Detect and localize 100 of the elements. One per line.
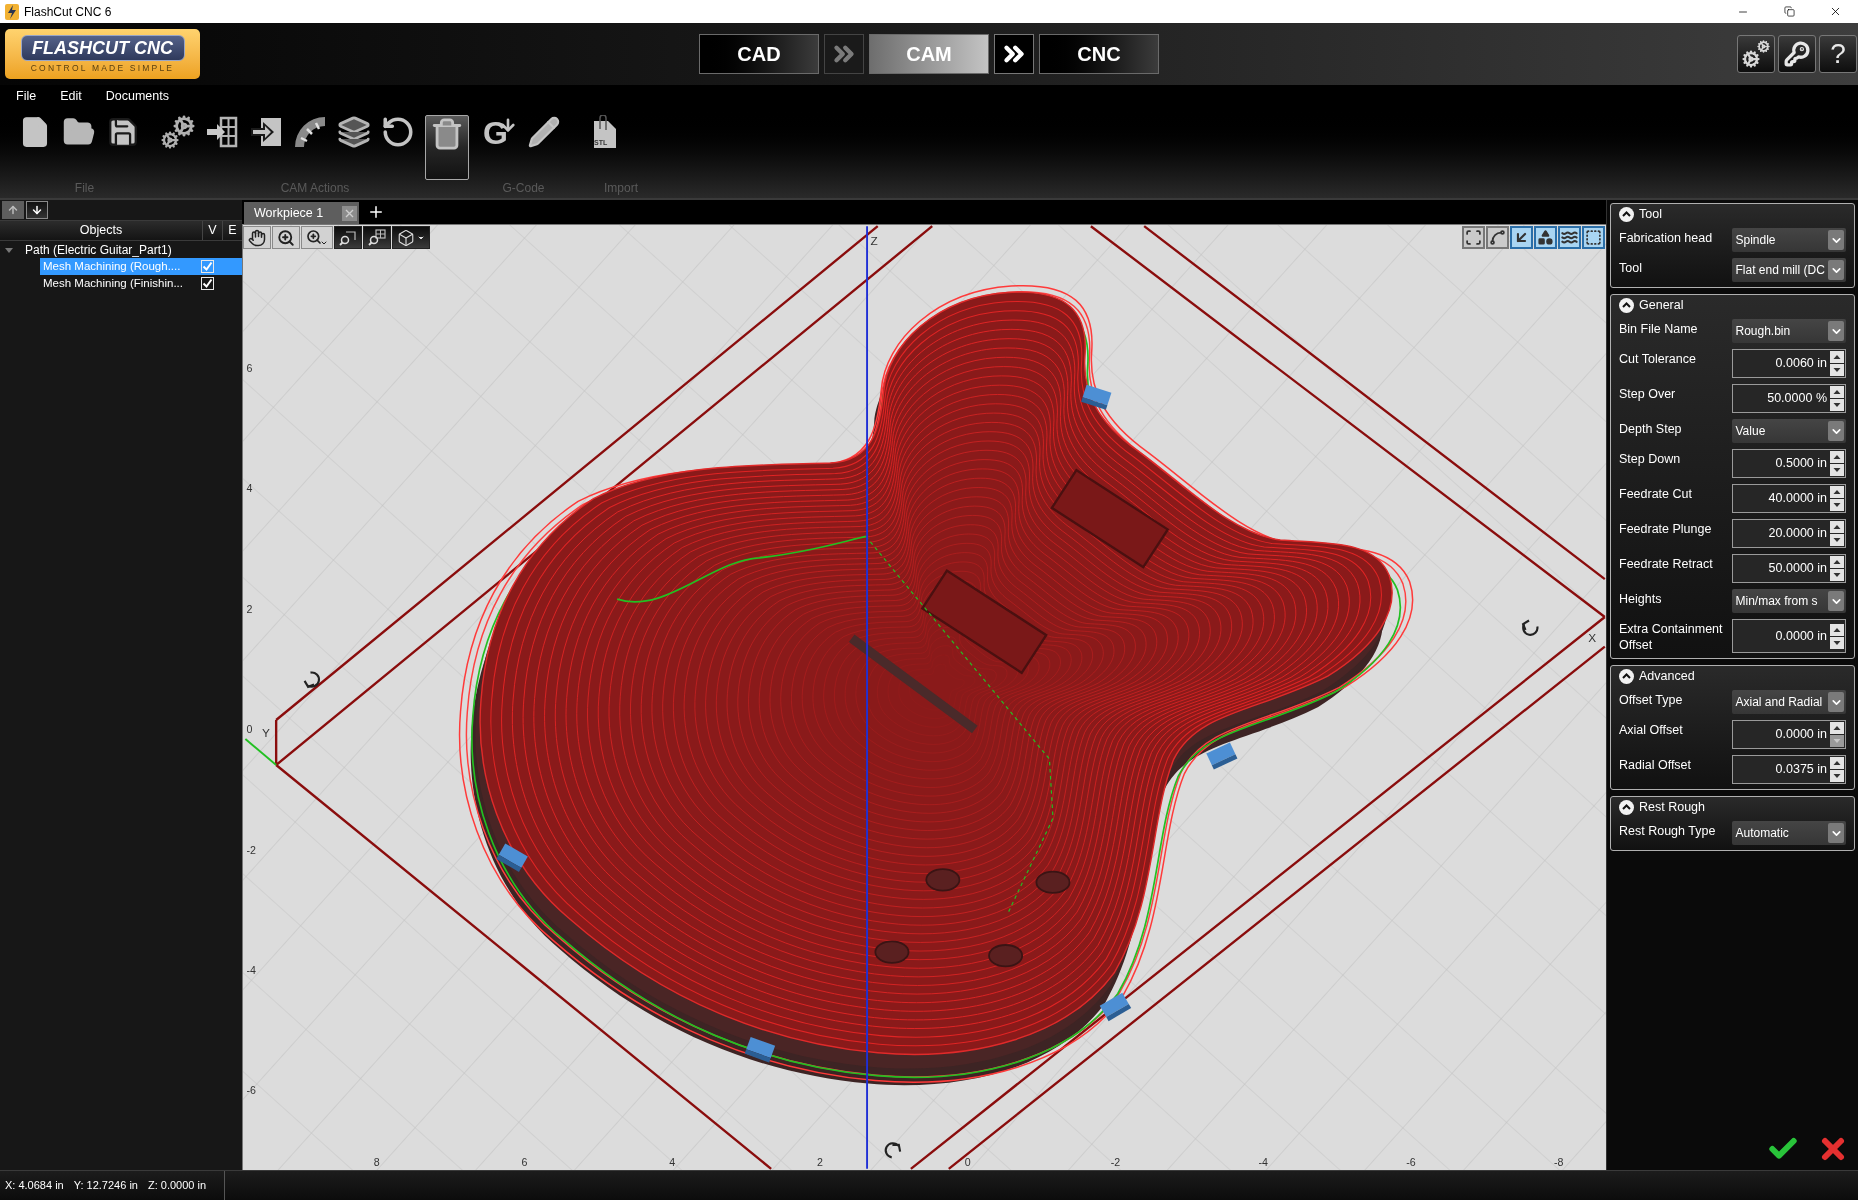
next-step-button[interactable]	[994, 34, 1034, 74]
section-toggle[interactable]: Tool	[1619, 204, 1662, 225]
spin-down-icon[interactable]	[1830, 534, 1844, 546]
checkbox[interactable]	[201, 277, 214, 290]
dropdown[interactable]: Spindle	[1731, 228, 1846, 252]
mode-tab[interactable]: CNC	[1039, 34, 1159, 74]
property-label: Step Over	[1619, 386, 1677, 402]
view-tool-button[interactable]	[363, 226, 391, 249]
number-field[interactable]: 0.0375 in	[1731, 755, 1846, 784]
spin-down-icon[interactable]	[1830, 464, 1844, 476]
trash-icon	[430, 117, 464, 151]
number-field[interactable]: 20.0000 in	[1731, 519, 1846, 548]
toolbar-button[interactable]	[425, 115, 469, 180]
property-label: Feedrate Retract	[1619, 556, 1714, 572]
spin-up-icon[interactable]	[1830, 486, 1844, 498]
spin-down-icon[interactable]	[1830, 499, 1844, 511]
toolbar-button[interactable]	[106, 115, 140, 149]
view-tool-button[interactable]	[334, 226, 362, 249]
spin-up-icon[interactable]	[1830, 386, 1844, 398]
column-header[interactable]: Objects	[0, 221, 202, 240]
spin-up-icon[interactable]	[1830, 757, 1844, 769]
section-toggle[interactable]: General	[1619, 295, 1684, 316]
spin-up-icon[interactable]	[1830, 623, 1844, 636]
rotate-arrow-icon[interactable]	[1521, 619, 1539, 636]
holding-tab-marker	[1081, 384, 1112, 410]
view-mode-button[interactable]	[1558, 226, 1581, 249]
number-field[interactable]: 0.0060 in	[1731, 349, 1846, 378]
plus-icon[interactable]	[367, 203, 385, 221]
view-tool-button[interactable]	[301, 226, 333, 249]
expand-caret-icon[interactable]	[5, 245, 13, 254]
tree-item[interactable]: Path (Electric Guitar_Part1)	[0, 241, 242, 258]
column-header[interactable]: V	[202, 221, 222, 240]
move-down-button[interactable]	[26, 201, 48, 219]
view-mode-button[interactable]	[1534, 226, 1557, 249]
menu-item[interactable]: Edit	[60, 86, 82, 106]
axis-tick-label: -2	[246, 843, 256, 856]
axis-tick-label: 0	[964, 1156, 971, 1169]
number-field[interactable]: 0.5000 in	[1731, 449, 1846, 478]
toolbar-button[interactable]	[205, 115, 239, 149]
toolbar-button[interactable]	[337, 115, 371, 149]
dropdown[interactable]: Axial and Radial	[1731, 690, 1846, 714]
spin-down-icon[interactable]	[1830, 636, 1844, 649]
spin-down-icon[interactable]	[1830, 569, 1844, 581]
axis-name-label: Y	[261, 725, 270, 740]
number-field[interactable]: 50.0000 %	[1731, 384, 1846, 413]
mode-tab[interactable]: CAD	[699, 34, 819, 74]
restore-icon[interactable]	[1783, 6, 1795, 17]
spin-up-icon[interactable]	[1830, 351, 1844, 363]
number-field[interactable]: 0.0000 in	[1731, 720, 1846, 749]
toolbar-button[interactable]	[249, 115, 283, 149]
checkbox[interactable]	[201, 260, 214, 273]
spin-down-icon[interactable]	[1830, 399, 1844, 411]
settings-button[interactable]	[1737, 35, 1775, 73]
rotate-arrow-icon[interactable]	[884, 1142, 902, 1159]
spline-icon	[1489, 229, 1506, 246]
view-mode-button[interactable]	[1462, 226, 1485, 249]
number-field[interactable]: 50.0000 in	[1731, 554, 1846, 583]
property-label: Offset Type	[1619, 692, 1684, 708]
dropdown[interactable]: Rough.bin	[1731, 319, 1846, 343]
toolbar-button[interactable]: G	[483, 115, 517, 149]
3d-viewport[interactable]: Z Y X 6 4 2 0 -2 -4 -6 8 6 4 2 0 -2 -4 -6 -8	[242, 224, 1606, 1170]
toolbar-button[interactable]	[161, 115, 195, 149]
section-toggle[interactable]: Advanced	[1619, 666, 1695, 687]
key-button[interactable]	[1778, 35, 1816, 73]
dropdown[interactable]: Value	[1731, 419, 1846, 443]
spin-up-icon[interactable]	[1830, 556, 1844, 568]
view-tool-button[interactable]	[392, 226, 430, 249]
arrow-up-icon	[7, 204, 19, 216]
toolbar-button[interactable]	[293, 115, 327, 149]
tree-item[interactable]: Mesh Machining (Finishin...	[40, 275, 242, 292]
dropdown[interactable]: Automatic	[1731, 821, 1846, 845]
zoom-in-icon	[277, 228, 295, 247]
dropdown[interactable]: Min/max from s	[1731, 589, 1846, 613]
number-field[interactable]: 0.0000 in	[1731, 619, 1846, 653]
view-mode-button[interactable]	[1582, 226, 1605, 249]
tab-close-icon[interactable]	[342, 205, 357, 221]
axis-tick-label: 4	[669, 1156, 676, 1169]
dropdown[interactable]: Flat end mill (DC	[1731, 258, 1846, 282]
help-button[interactable]: ?	[1819, 35, 1857, 73]
spin-down-icon[interactable]	[1830, 770, 1844, 782]
menu-item[interactable]: Documents	[105, 86, 169, 106]
document-tab[interactable]: Workpiece 1	[244, 202, 359, 224]
spin-up-icon[interactable]	[1830, 451, 1844, 463]
logo-wordmark: FLASHCUT CNC	[20, 35, 185, 61]
spin-down-icon[interactable]	[1830, 364, 1844, 376]
spin-up-icon[interactable]	[1830, 521, 1844, 533]
number-field[interactable]: 40.0000 in	[1731, 484, 1846, 513]
toolbar-button[interactable]	[381, 115, 415, 149]
menu-item[interactable]: File	[16, 86, 37, 106]
rotate-arrow-icon[interactable]	[303, 671, 320, 689]
section-toggle[interactable]: Rest Rough	[1619, 797, 1705, 818]
holding-tab-marker	[1099, 992, 1132, 1022]
spin-up-icon[interactable]	[1830, 722, 1844, 734]
view-mode-button[interactable]	[1486, 226, 1509, 249]
view-tool-button[interactable]	[243, 226, 271, 249]
axis-tick-label: 6	[246, 361, 253, 374]
view-mode-button[interactable]	[1510, 226, 1533, 249]
view-tool-button[interactable]	[272, 226, 300, 249]
shapes-icon	[1537, 229, 1554, 246]
toolbar-button[interactable]	[527, 115, 561, 149]
